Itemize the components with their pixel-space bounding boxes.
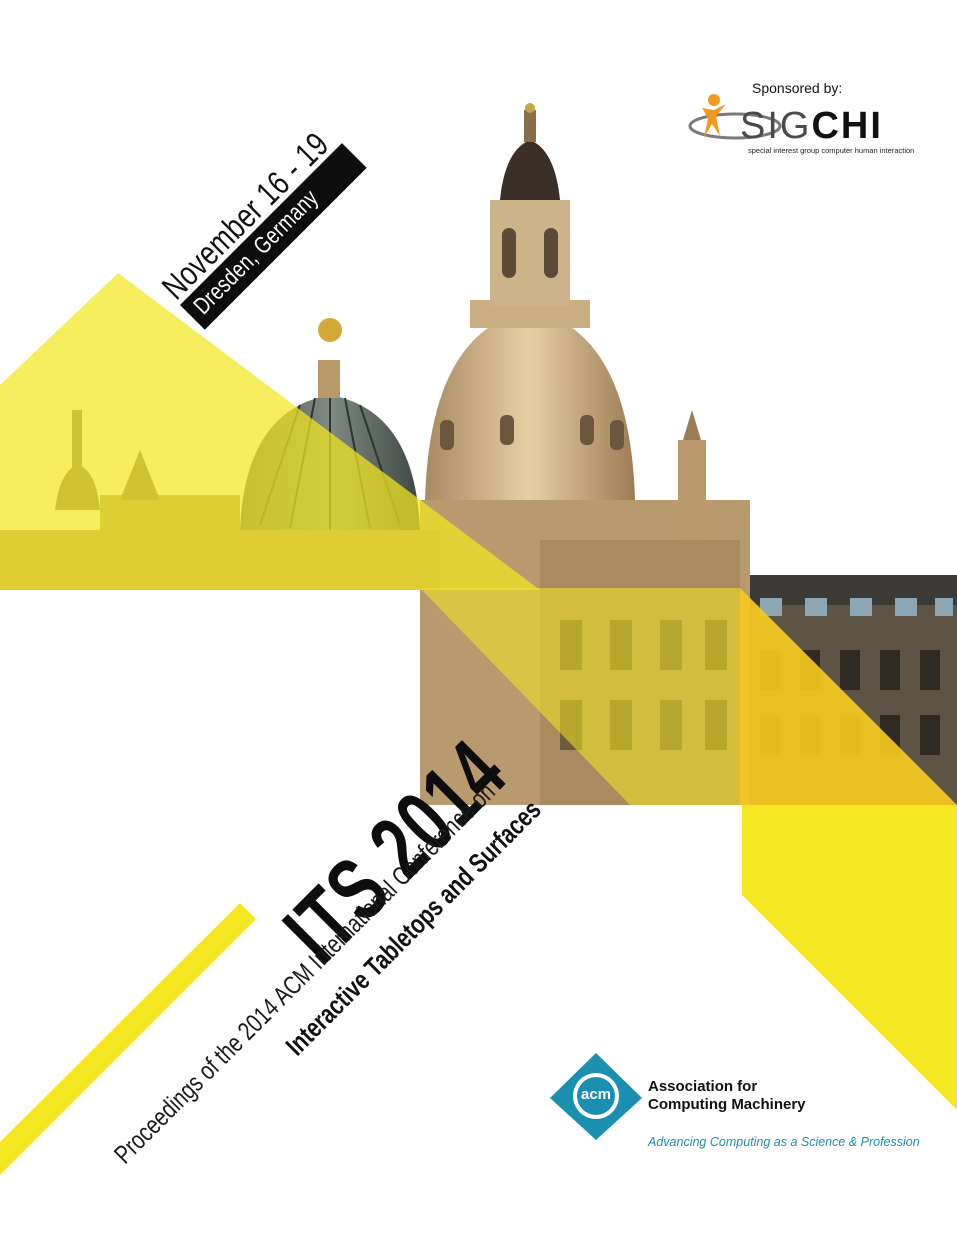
acm-name: Association for Computing Machinery (648, 1078, 806, 1113)
sigchi-wordmark: SIGCHI (740, 105, 883, 147)
sigchi-tagline: special interest group computer human in… (748, 146, 915, 155)
proceedings-cover: November 16 - 19 Dresden, Germany ITS 20… (0, 0, 957, 1239)
acm-tagline: Advancing Computing as a Science & Profe… (648, 1135, 920, 1149)
sigchi-logo: SIGCHI special interest group computer h… (688, 93, 918, 158)
cover-artwork (0, 94, 957, 1175)
acm-logo-text: acm (580, 1086, 612, 1103)
